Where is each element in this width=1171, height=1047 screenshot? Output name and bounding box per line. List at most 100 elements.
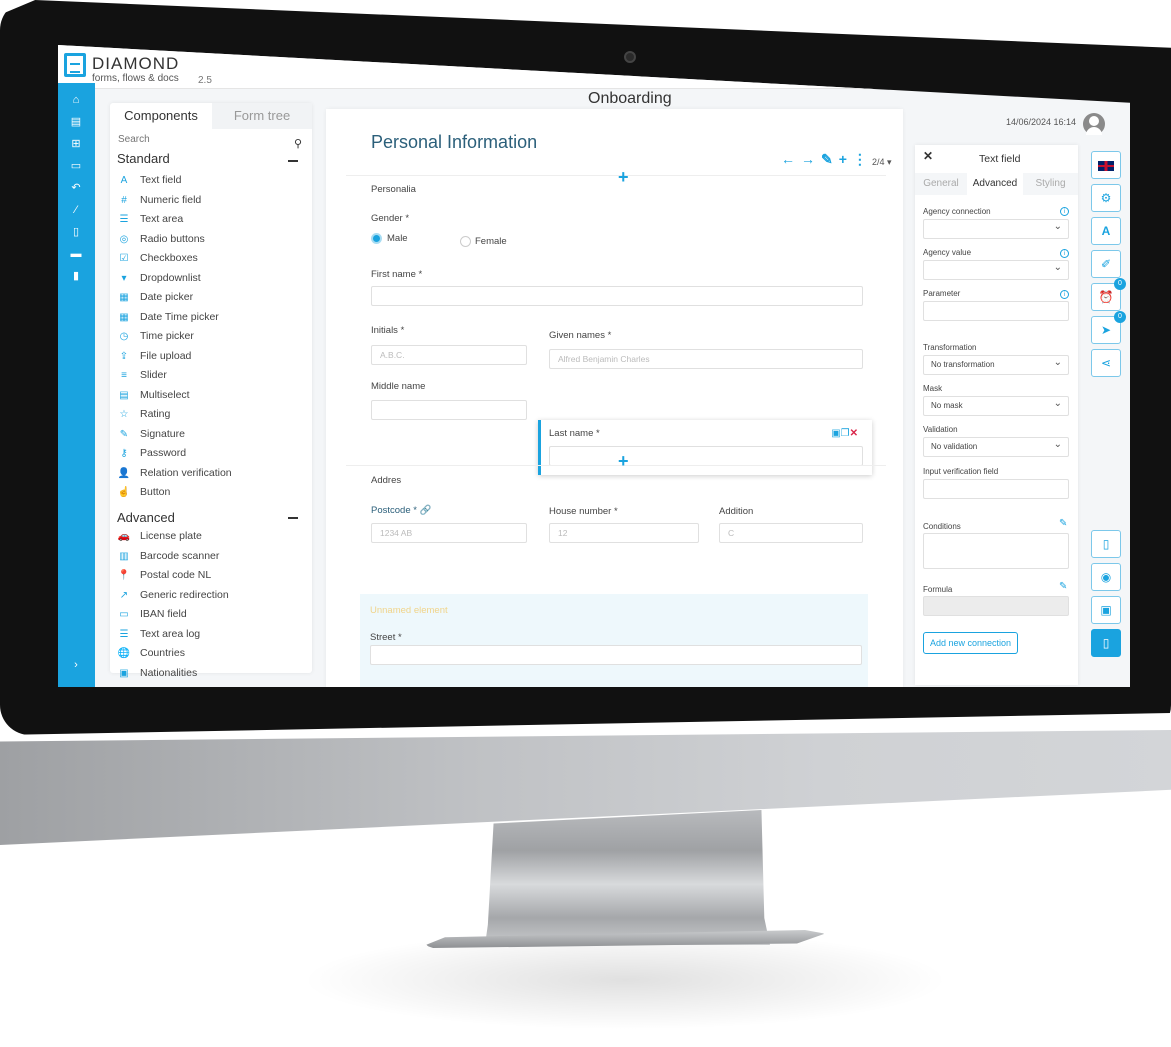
- house-number-input[interactable]: 12: [549, 523, 699, 543]
- sitemap-icon[interactable]: ⊞: [68, 137, 84, 151]
- save-field-icon[interactable]: ▣: [831, 428, 840, 439]
- component-item[interactable]: ☰ Text area: [117, 210, 302, 228]
- add-section-icon[interactable]: +: [618, 451, 629, 472]
- component-item[interactable]: ▦ Date picker: [117, 288, 302, 306]
- search-icon[interactable]: ⚲: [294, 137, 302, 150]
- component-item[interactable]: 🚗 License plate: [117, 527, 302, 545]
- edit-formula-icon[interactable]: ✎: [1059, 581, 1067, 592]
- previous-page-icon[interactable]: ←: [781, 151, 795, 167]
- brush-icon[interactable]: ⁄: [68, 203, 84, 217]
- postcode-input[interactable]: 1234 AB: [371, 523, 527, 543]
- component-item[interactable]: ↗ Generic redirection: [117, 586, 302, 604]
- component-item[interactable]: 👤 Relation verification: [117, 464, 302, 482]
- component-item[interactable]: ◎ Radio buttons: [117, 230, 302, 248]
- page-selector[interactable]: 2/4 ▾: [872, 157, 892, 168]
- given-names-input[interactable]: Alfred Benjamin Charles: [549, 349, 863, 369]
- edit-page-icon[interactable]: ✎: [821, 151, 833, 167]
- parameter-input[interactable]: [923, 301, 1069, 321]
- component-item[interactable]: ▦ Date Time picker: [117, 308, 302, 326]
- tab-components[interactable]: Components: [110, 103, 212, 129]
- section-standard[interactable]: Standard: [117, 151, 170, 166]
- component-item[interactable]: ⇪ File upload: [117, 347, 302, 365]
- component-item[interactable]: 📍 Postal code NL: [117, 566, 302, 584]
- tab-advanced[interactable]: Advanced: [967, 173, 1023, 195]
- tab-styling[interactable]: Styling: [1023, 173, 1078, 195]
- conditions-box[interactable]: [923, 533, 1069, 569]
- more-options-icon[interactable]: ⋮: [853, 151, 867, 167]
- component-item[interactable]: ✎ Signature: [117, 425, 302, 443]
- delete-field-icon[interactable]: ✕: [850, 428, 858, 439]
- middle-name-input[interactable]: [371, 400, 527, 420]
- book-icon[interactable]: ▮: [68, 269, 84, 283]
- id-card-icon[interactable]: ▭: [68, 159, 84, 173]
- send-button[interactable]: ➤ 0: [1091, 311, 1126, 344]
- file-icon[interactable]: ▯: [68, 225, 84, 239]
- component-item[interactable]: ≡ Slider: [117, 366, 302, 384]
- collapse-standard-icon[interactable]: [288, 160, 298, 162]
- close-icon[interactable]: ✕: [923, 149, 933, 163]
- add-section-icon[interactable]: +: [618, 167, 629, 188]
- selected-field-last-name[interactable]: Last name * ▣❐✕: [538, 420, 872, 475]
- expand-nav-icon[interactable]: ›: [68, 658, 84, 672]
- tab-general[interactable]: General: [915, 173, 967, 195]
- link-icon[interactable]: 🔗: [420, 505, 432, 516]
- component-item[interactable]: ☰ Text area log: [117, 625, 302, 643]
- component-icon: 🚗: [117, 531, 131, 542]
- preview-button[interactable]: ◉: [1091, 563, 1121, 591]
- unnamed-element-group[interactable]: Unnamed element Street * City *: [360, 594, 868, 687]
- user-avatar-icon[interactable]: [1083, 113, 1105, 135]
- keyboard-icon[interactable]: ▤: [68, 115, 84, 129]
- pdf-button[interactable]: ▯: [1091, 530, 1121, 558]
- home-icon[interactable]: ⌂: [68, 93, 84, 107]
- radio-female[interactable]: [460, 236, 471, 247]
- component-item[interactable]: ☆ Rating: [117, 405, 302, 423]
- mask-select[interactable]: No mask: [923, 395, 1069, 416]
- agency-value-select[interactable]: [923, 259, 1069, 280]
- component-item[interactable]: ▣ Nationalities: [117, 664, 302, 682]
- addition-input[interactable]: C: [719, 523, 863, 543]
- typography-button[interactable]: A: [1091, 217, 1121, 245]
- reply-icon[interactable]: ↶: [68, 181, 84, 195]
- radio-male[interactable]: [371, 233, 382, 244]
- tab-form-tree[interactable]: Form tree: [212, 103, 312, 129]
- add-new-connection-button[interactable]: Add new connection: [923, 632, 1018, 654]
- component-item[interactable]: ▥ Barcode scanner: [117, 547, 302, 565]
- last-name-input[interactable]: [549, 446, 863, 466]
- component-item[interactable]: ▭ IBAN field: [117, 605, 302, 623]
- street-input[interactable]: [370, 645, 862, 665]
- copy-field-icon[interactable]: ❐: [841, 428, 850, 439]
- section-advanced[interactable]: Advanced: [117, 510, 175, 525]
- share-button[interactable]: ⋖: [1091, 349, 1121, 377]
- collapse-advanced-icon[interactable]: [288, 517, 298, 519]
- next-page-icon[interactable]: →: [801, 151, 815, 167]
- transformation-select[interactable]: No transformation: [923, 354, 1069, 375]
- component-item[interactable]: ▤ Multiselect: [117, 386, 302, 404]
- edit-conditions-icon[interactable]: ✎: [1059, 518, 1067, 529]
- save-button[interactable]: ▣: [1091, 596, 1121, 624]
- paper-plane-icon: ➤: [1100, 323, 1112, 337]
- initials-input[interactable]: A.B.C.: [371, 345, 527, 365]
- info-icon[interactable]: i: [1060, 207, 1069, 216]
- first-name-input[interactable]: [371, 286, 863, 306]
- alarm-button[interactable]: ⏰ 0: [1091, 278, 1126, 311]
- validation-select[interactable]: No validation: [923, 436, 1069, 457]
- component-item[interactable]: ▾ Dropdownlist: [117, 269, 302, 287]
- settings-button[interactable]: ⚙: [1091, 184, 1121, 212]
- component-item[interactable]: ☝ Button: [117, 483, 302, 501]
- add-page-icon[interactable]: +: [839, 151, 847, 167]
- language-flag-button[interactable]: [1091, 151, 1121, 179]
- component-item[interactable]: # Numeric field: [117, 191, 302, 209]
- agency-connection-select[interactable]: [923, 218, 1069, 239]
- component-item[interactable]: A Text field: [117, 171, 302, 189]
- component-item[interactable]: 🌐 Countries: [117, 644, 302, 662]
- component-item[interactable]: ☑ Checkboxes: [117, 249, 302, 267]
- folder-icon[interactable]: ▬: [68, 247, 84, 261]
- input-verification-input[interactable]: [923, 479, 1069, 499]
- info-icon[interactable]: i: [1060, 249, 1069, 258]
- component-item[interactable]: ◷ Time picker: [117, 327, 302, 345]
- component-item[interactable]: ⚷ Password: [117, 444, 302, 462]
- component-search-input[interactable]: [118, 131, 298, 147]
- style-button[interactable]: ✐: [1091, 250, 1121, 278]
- info-icon[interactable]: i: [1060, 290, 1069, 299]
- publish-button[interactable]: ▯: [1091, 629, 1121, 657]
